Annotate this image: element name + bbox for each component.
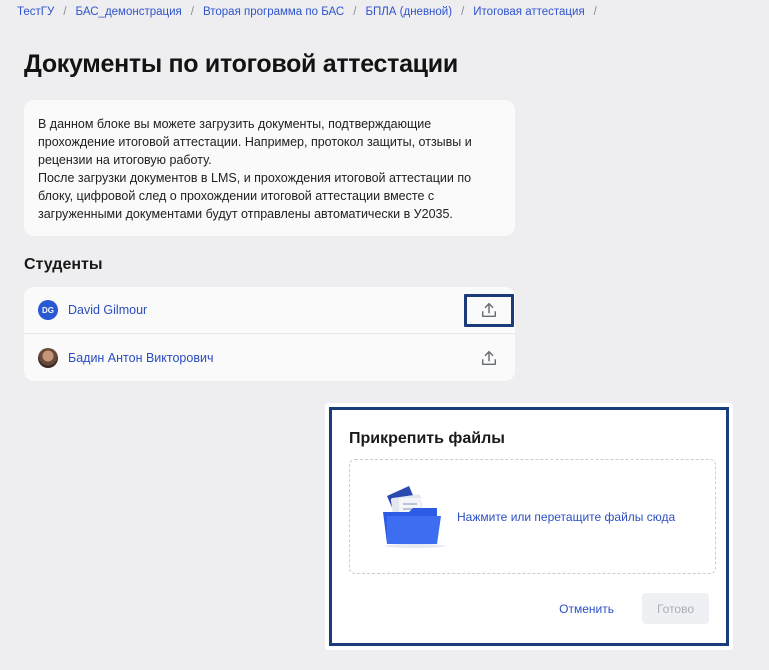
dropzone-text[interactable]: Нажмите или перетащите файлы сюда [457,510,675,524]
file-dropzone[interactable]: Нажмите или перетащите файлы сюда [349,459,716,574]
page: ТестГУ / БАС_демонстрация / Вторая прогр… [0,0,769,670]
modal-highlight: Прикрепить файлы Нажмите или перетащите … [329,407,729,646]
modal-title: Прикрепить файлы [349,430,505,447]
modal-actions: Отменить Готово [559,593,709,624]
done-button[interactable]: Готово [642,593,709,624]
attach-files-modal: Прикрепить файлы Нажмите или перетащите … [325,403,733,650]
folder-icon [383,486,445,548]
cancel-button[interactable]: Отменить [559,602,614,616]
